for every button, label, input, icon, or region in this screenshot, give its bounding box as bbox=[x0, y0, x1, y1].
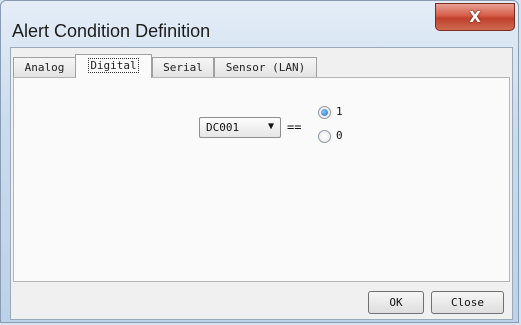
close-window-button[interactable]: X bbox=[435, 3, 515, 31]
dialog-window: Alert Condition Definition X Analog Digi… bbox=[0, 0, 519, 323]
window-title: Alert Condition Definition bbox=[12, 21, 211, 41]
tab-sensor-lan-label: Sensor (LAN) bbox=[225, 61, 306, 74]
tab-analog[interactable]: Analog bbox=[13, 57, 76, 77]
tab-digital-label: Digital bbox=[88, 58, 139, 73]
radio-option-0-label: 0 bbox=[336, 129, 343, 142]
tab-serial-label: Serial bbox=[163, 61, 203, 74]
tab-strip: Analog Digital Serial Sensor (LAN) bbox=[11, 52, 512, 78]
channel-select[interactable]: DC001 ▼ bbox=[199, 117, 281, 138]
chevron-down-icon: ▼ bbox=[267, 121, 274, 132]
radio-option-1[interactable] bbox=[318, 106, 331, 119]
close-icon: X bbox=[469, 8, 481, 26]
tab-digital[interactable]: Digital bbox=[75, 54, 152, 78]
tab-analog-label: Analog bbox=[24, 61, 65, 74]
dialog-client-area: Analog Digital Serial Sensor (LAN) DC001… bbox=[10, 47, 513, 320]
radio-option-1-label: 1 bbox=[336, 105, 343, 118]
channel-select-value: DC001 bbox=[206, 121, 240, 134]
radio-option-0[interactable] bbox=[318, 130, 331, 143]
title-bar[interactable]: Alert Condition Definition X bbox=[1, 1, 520, 45]
tab-sensor-lan[interactable]: Sensor (LAN) bbox=[214, 57, 317, 77]
tab-serial[interactable]: Serial bbox=[152, 57, 214, 77]
ok-button[interactable]: OK bbox=[368, 291, 424, 314]
operator-label: == bbox=[287, 120, 302, 134]
close-button[interactable]: Close bbox=[431, 291, 504, 314]
digital-tab-panel: DC001 ▼ == 1 0 bbox=[13, 77, 510, 282]
